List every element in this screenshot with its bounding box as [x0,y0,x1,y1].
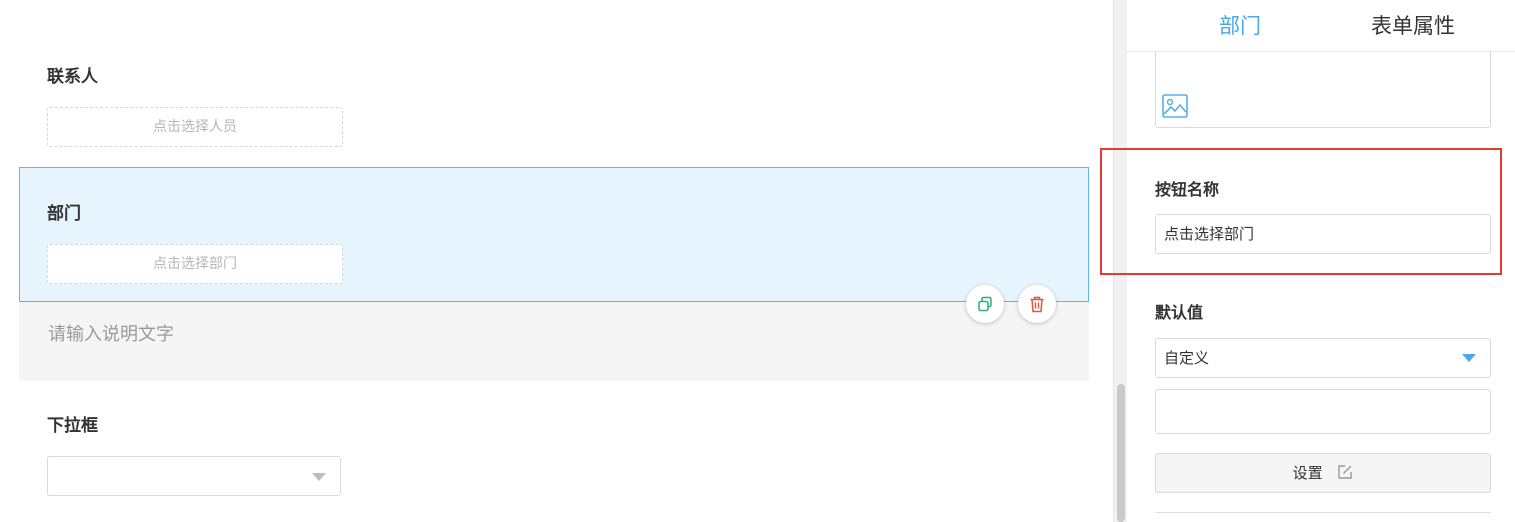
highlight-box [1100,148,1502,275]
department-label: 部门 [47,204,81,224]
image-upload-box[interactable] [1155,52,1491,128]
contact-label: 联系人 [47,67,98,87]
divider [1155,512,1491,513]
select-department-button[interactable]: 点击选择部门 [47,244,343,284]
default-value-label: 默认值 [1155,303,1204,322]
default-value-select[interactable]: 自定义 [1155,338,1491,378]
tab-form-properties[interactable]: 表单属性 [1371,10,1455,40]
description-placeholder[interactable]: 请输入说明文字 [48,320,174,346]
settings-button-label: 设置 [1292,464,1323,482]
settings-button[interactable]: 设置 [1155,453,1491,493]
description-field[interactable]: 请输入说明文字 [19,302,1089,381]
delete-button[interactable] [1018,285,1056,323]
default-value-selected: 自定义 [1164,349,1210,367]
custom-value-input[interactable] [1155,389,1491,434]
select-person-button[interactable]: 点击选择人员 [47,107,343,147]
copy-button[interactable] [966,285,1004,323]
image-icon [1162,94,1188,118]
copy-icon [978,296,992,312]
caret-down-icon [1462,354,1476,362]
department-field-selected[interactable]: 部门 点击选择部门 [19,167,1089,302]
caret-down-icon [312,473,326,481]
trash-icon [1030,296,1044,312]
scrollbar-thumb[interactable] [1117,384,1125,522]
dropdown-select[interactable] [47,456,341,496]
panel-tabs: 部门 表单属性 [1127,0,1515,52]
tab-department[interactable]: 部门 [1219,10,1261,40]
dropdown-label: 下拉框 [47,416,98,436]
edit-icon [1338,465,1353,479]
form-canvas: 联系人 点击选择人员 部门 点击选择部门 请输入说明文字 下拉框 [0,0,1113,522]
